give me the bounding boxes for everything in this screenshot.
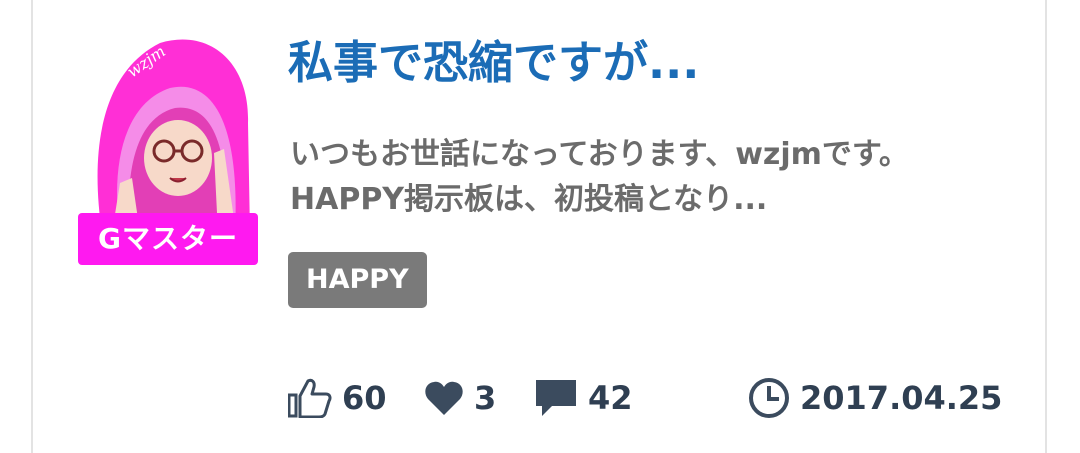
comment-count: 42 bbox=[588, 379, 633, 417]
clock-icon bbox=[749, 378, 789, 418]
avatar[interactable]: wzjm bbox=[90, 33, 250, 233]
like-stat[interactable]: 60 bbox=[288, 370, 387, 426]
comment-icon[interactable] bbox=[534, 378, 578, 418]
date-text: 2017.04.25 bbox=[800, 379, 1003, 417]
post-excerpt[interactable]: いつもお世話になっております、wzjmです。 HAPPY掲示板は、初投稿となり.… bbox=[290, 132, 950, 222]
heart-count: 3 bbox=[474, 379, 497, 417]
post-stats: 60 3 42 2017.04.25 bbox=[288, 370, 1002, 426]
rank-badge: Gマスター bbox=[78, 213, 258, 265]
tag-badge[interactable]: HAPPY bbox=[288, 252, 427, 308]
comment-stat[interactable]: 42 bbox=[534, 370, 633, 426]
post-title[interactable]: 私事で恐縮ですが... bbox=[288, 34, 699, 92]
like-count: 60 bbox=[342, 379, 387, 417]
author-avatar-block[interactable]: wzjm Gマスター bbox=[78, 33, 258, 265]
post-date: 2017.04.25 bbox=[748, 370, 1002, 426]
thumbs-up-icon[interactable] bbox=[288, 378, 332, 418]
heart-icon[interactable] bbox=[424, 380, 464, 416]
heart-stat[interactable]: 3 bbox=[424, 370, 496, 426]
